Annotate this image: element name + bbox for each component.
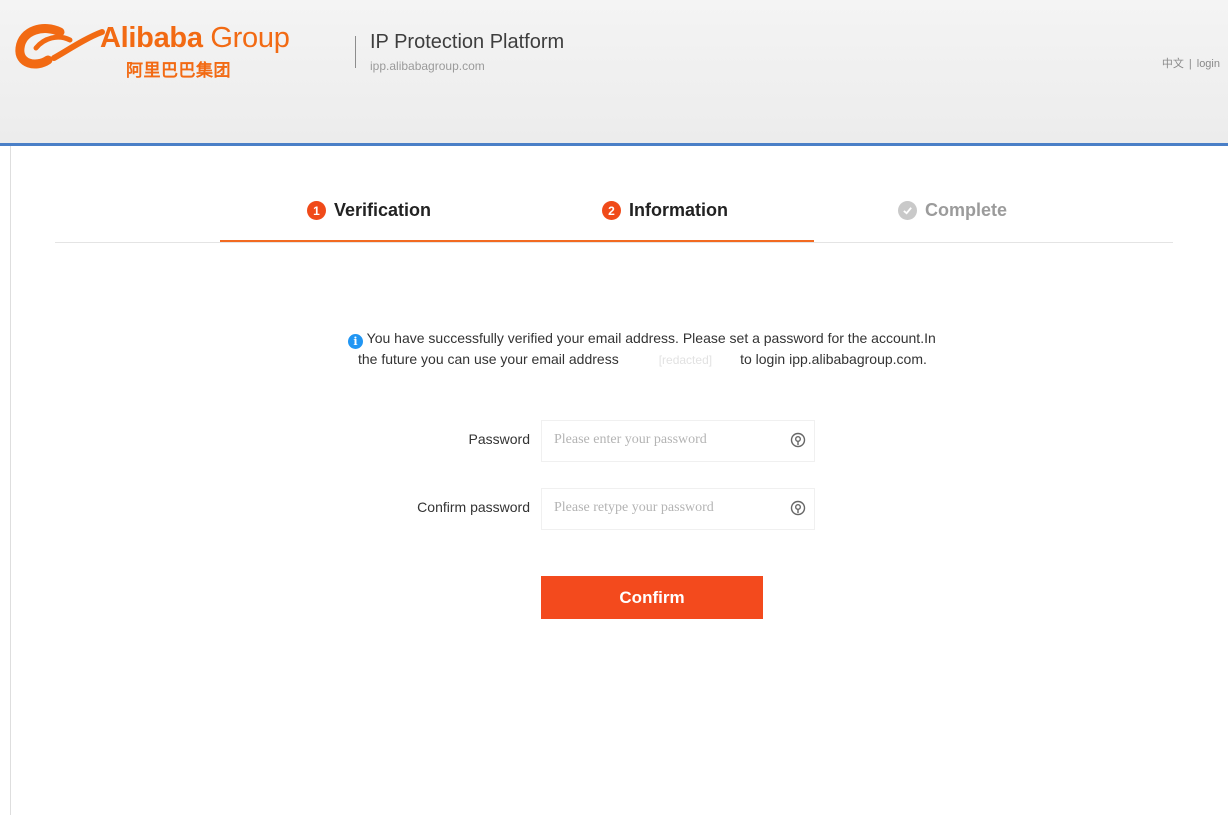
step-verification: 1 Verification [307,200,431,221]
brand-name: Alibaba Group [100,22,290,55]
progress-bar [220,240,814,242]
confirm-password-row: Confirm password [330,488,830,530]
message-text-3: to login ipp.alibabagroup.com. [740,351,927,367]
step-number-badge: 2 [602,201,621,220]
platform-title: IP Protection Platform [370,31,565,53]
info-icon: i [348,334,363,349]
password-row: Password [330,420,830,462]
message-line-1: i You have successfully verified your em… [348,328,1118,349]
confirm-password-label: Confirm password [417,499,530,515]
step-information: 2 Information [602,200,728,221]
step-label: Complete [925,200,1008,220]
step-number-badge: 1 [307,201,326,220]
password-field [541,420,815,462]
header-divider [355,36,356,68]
step-label: Information [629,200,728,220]
redacted-email: [redacted] [658,353,713,367]
brand-name-light: Group [210,22,290,54]
confirm-password-input[interactable] [542,489,782,527]
header-links: 中文 | login [1161,58,1220,70]
verification-message: i You have successfully verified your em… [348,328,1118,371]
confirm-password-field [541,488,815,530]
alibaba-logo-icon[interactable] [14,20,110,76]
check-circle-icon [898,201,917,220]
step-complete: Complete [898,200,1007,221]
brand-name-bold: Alibaba [100,22,203,54]
eye-toggle-icon[interactable] [790,432,806,448]
message-text-1: You have successfully verified your emai… [366,330,936,346]
login-link[interactable]: login [1197,58,1220,70]
password-label: Password [468,431,530,447]
confirm-button[interactable]: Confirm [541,576,763,619]
brand-name-chinese: 阿里巴巴集团 [126,61,231,81]
message-text-2: the future you can use your email addres… [358,351,619,367]
language-switch-link[interactable]: 中文 [1162,58,1184,70]
progress-steps: 1 Verification 2 Information Complete [55,190,1173,243]
step-label: Verification [334,200,432,220]
page-border [10,146,11,815]
password-input[interactable] [542,421,782,459]
message-line-2: the future you can use your email addres… [348,349,1118,371]
eye-toggle-icon[interactable] [790,500,806,516]
site-header: Alibaba Group 阿里巴巴集团 IP Protection Platf… [0,0,1228,146]
platform-url: ipp.alibabagroup.com [370,59,485,73]
